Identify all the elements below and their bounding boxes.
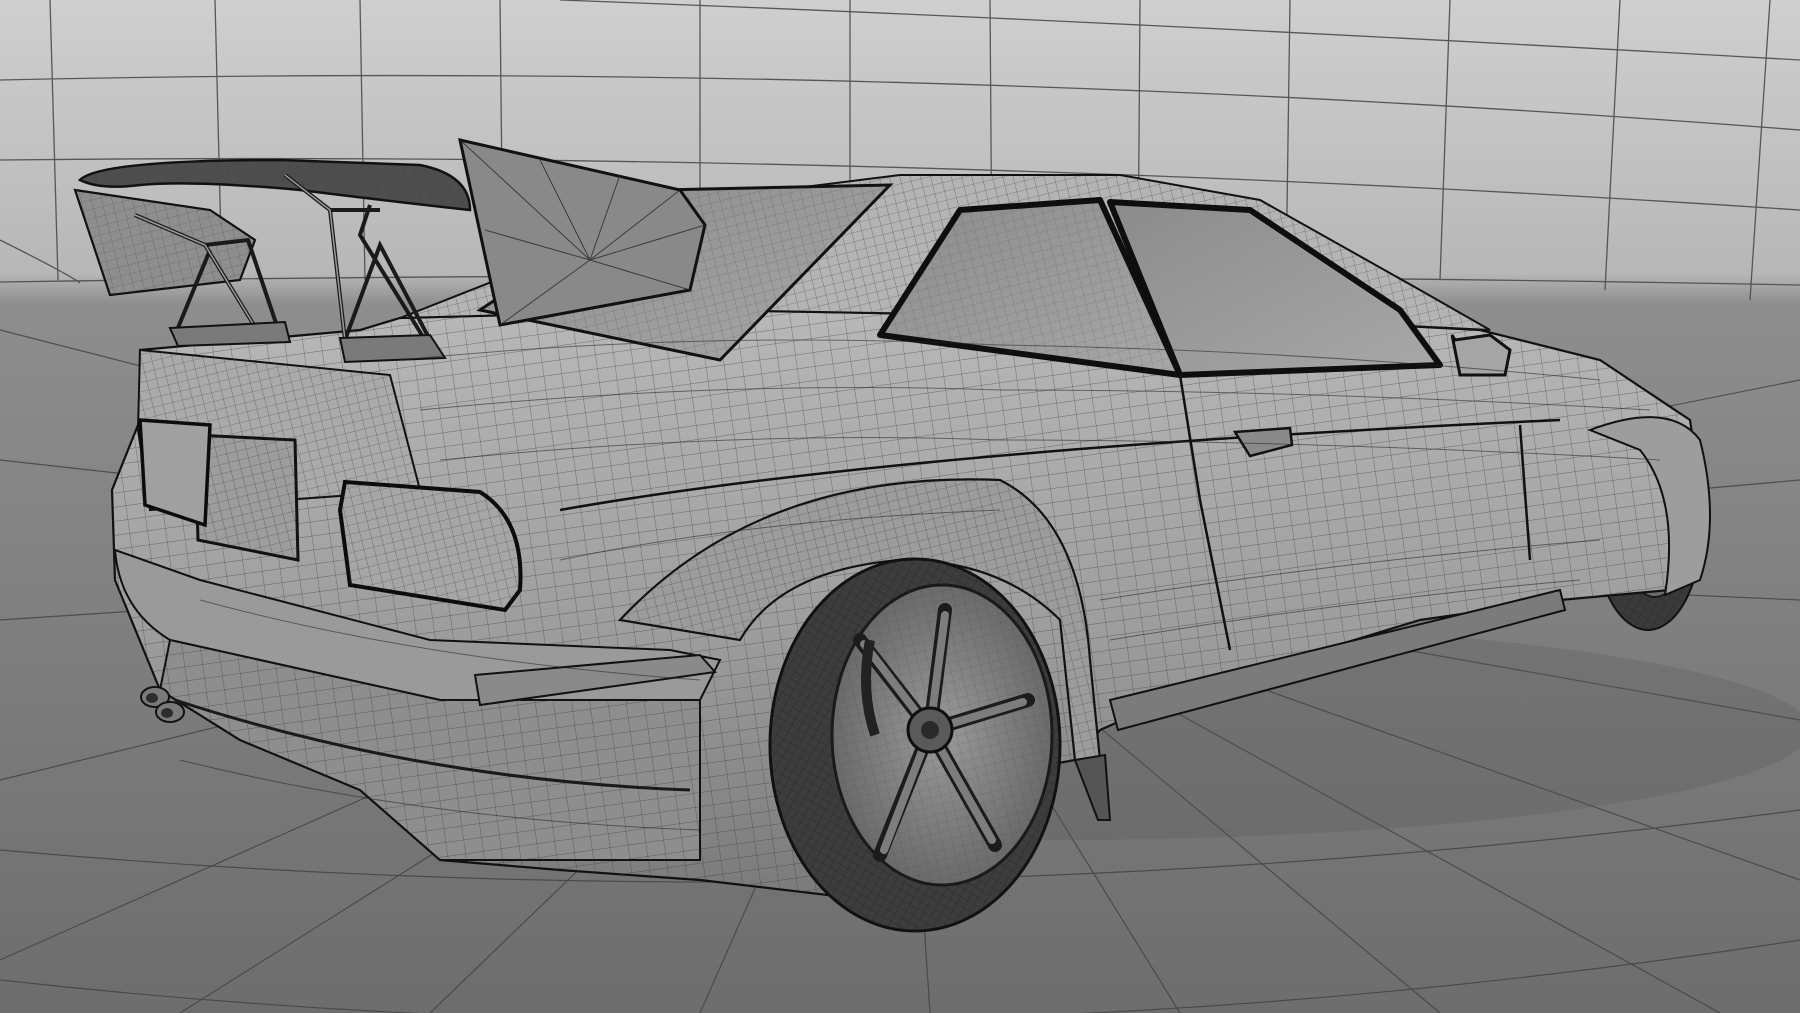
render-viewport [0, 0, 1800, 1013]
rear-wheel [768, 557, 1062, 933]
wireframe-scene [0, 0, 1800, 1013]
